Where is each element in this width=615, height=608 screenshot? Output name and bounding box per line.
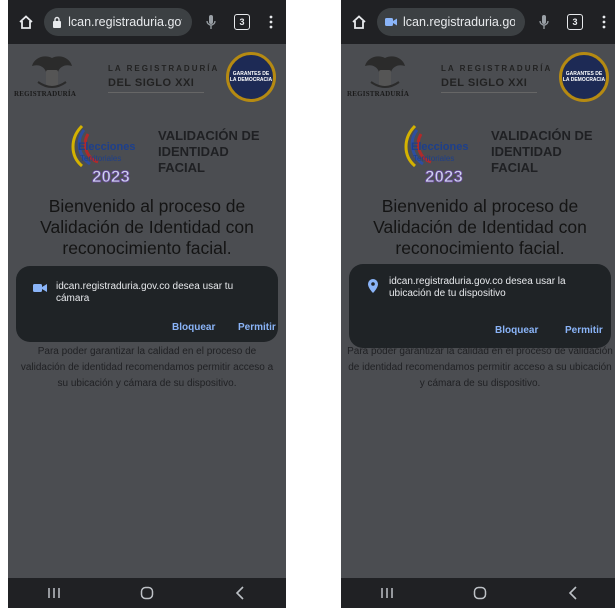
info-paragraph: Para poder garantizar la calidad en el p… <box>20 346 274 389</box>
tab-switcher-button[interactable]: 3 <box>234 14 250 30</box>
validation-title: VALIDACIÓN DE IDENTIDAD FACIAL <box>491 128 593 175</box>
recents-icon[interactable] <box>377 583 397 603</box>
address-bar[interactable]: lcan.registraduria.gov.co <box>44 8 192 36</box>
year-text: 2023 <box>425 167 463 186</box>
back-icon[interactable] <box>563 583 583 603</box>
header-logos: REGISTRADURÍA LA REGISTRADURÍA DEL SIGLO… <box>8 50 286 110</box>
phone-screen-camera: lcan.registraduria.gov.co 3 REGISTRADURÍ… <box>8 0 286 608</box>
permission-message: idcan.registraduria.gov.co desea usar la… <box>389 276 566 299</box>
elecciones-text: Elecciones <box>411 141 468 153</box>
siglo-logo-line1: LA REGISTRADURÍA <box>441 64 553 73</box>
siglo-logo-line2: DEL SIGLO XXI <box>441 77 528 89</box>
camera-permission-dialog: idcan.registraduria.gov.co desea usar tu… <box>16 266 278 342</box>
location-icon <box>365 278 381 294</box>
registraduria-wordmark: REGISTRADURÍA <box>14 90 77 98</box>
validation-title: VALIDACIÓN DE IDENTIDAD FACIAL <box>158 128 260 175</box>
divider <box>441 92 537 93</box>
siglo-logo-line2: DEL SIGLO XXI <box>108 77 195 89</box>
garantes-seal-logo: GARANTES DE LA DEMOCRACIA <box>226 52 276 102</box>
elecciones-text: Elecciones <box>78 141 135 153</box>
seal-text: GARANTES DE LA DEMOCRACIA <box>562 71 606 83</box>
welcome-heading: Bienvenido al proceso de Validación de I… <box>373 196 587 258</box>
microphone-icon[interactable] <box>202 12 220 32</box>
territoriales-text: Territoriales <box>80 154 121 163</box>
camera-icon <box>32 280 48 296</box>
lock-icon <box>52 16 62 28</box>
home-icon[interactable] <box>16 12 36 32</box>
microphone-icon[interactable] <box>535 12 553 32</box>
address-bar[interactable]: lcan.registraduria.gov.co <box>377 8 525 36</box>
seal-text: GARANTES DE LA DEMOCRACIA <box>229 71 273 83</box>
elecciones-2023-logo: Elecciones Territoriales 2023 <box>71 124 135 186</box>
registraduria-wordmark: REGISTRADURÍA <box>347 90 410 98</box>
header-logos: REGISTRADURÍA LA REGISTRADURÍA DEL SIGLO… <box>341 50 615 110</box>
home-icon[interactable] <box>349 12 369 32</box>
territoriales-text: Territoriales <box>413 154 454 163</box>
back-icon[interactable] <box>230 583 250 603</box>
android-nav-bar <box>341 578 615 608</box>
info-paragraph: Para poder garantizar la calidad en el p… <box>347 346 613 389</box>
home-nav-icon[interactable] <box>137 583 157 603</box>
allow-button[interactable]: Permitir <box>238 322 276 333</box>
home-nav-icon[interactable] <box>470 583 490 603</box>
phone-screen-location: lcan.registraduria.gov.co 3 REGISTRADURÍ… <box>341 0 615 608</box>
divider <box>108 92 204 93</box>
siglo-logo-line1: LA REGISTRADURÍA <box>108 64 220 73</box>
camera-tab-icon <box>385 16 397 28</box>
more-menu-icon[interactable] <box>595 12 613 32</box>
year-text: 2023 <box>92 167 130 186</box>
tab-switcher-button[interactable]: 3 <box>567 14 583 30</box>
recents-icon[interactable] <box>44 583 64 603</box>
garantes-seal-logo: GARANTES DE LA DEMOCRACIA <box>559 52 609 102</box>
browser-toolbar: lcan.registraduria.gov.co 3 <box>8 0 286 44</box>
elecciones-2023-logo: Elecciones Territoriales 2023 <box>404 124 468 186</box>
allow-button[interactable]: Permitir <box>565 325 603 336</box>
location-permission-dialog: idcan.registraduria.gov.co desea usar la… <box>349 264 611 348</box>
welcome-heading: Bienvenido al proceso de Validación de I… <box>40 196 254 258</box>
permission-message: idcan.registraduria.gov.co desea usar tu… <box>56 281 234 304</box>
more-menu-icon[interactable] <box>262 12 280 32</box>
block-button[interactable]: Bloquear <box>495 325 538 336</box>
url-text: lcan.registraduria.gov.co <box>68 15 182 29</box>
block-button[interactable]: Bloquear <box>172 322 215 333</box>
browser-toolbar: lcan.registraduria.gov.co 3 <box>341 0 615 44</box>
url-text: lcan.registraduria.gov.co <box>403 15 515 29</box>
android-nav-bar <box>8 578 286 608</box>
